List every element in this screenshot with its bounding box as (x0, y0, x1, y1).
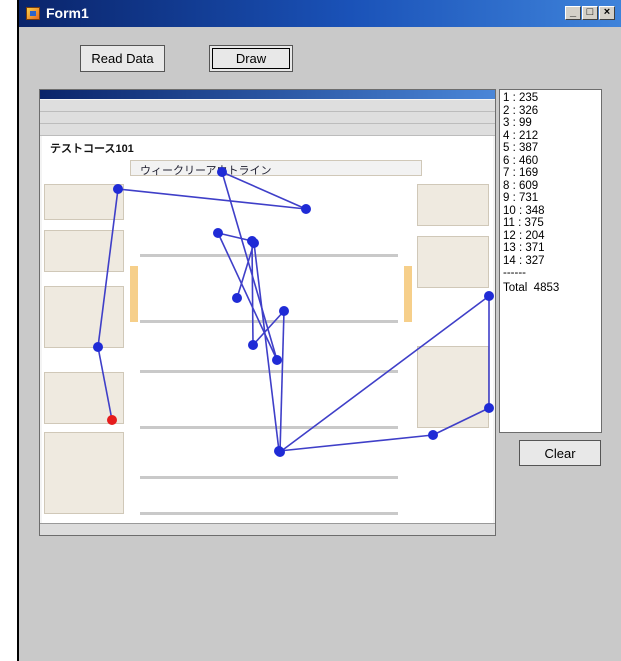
path-point (249, 238, 259, 248)
list-item[interactable]: 2 : 326 (503, 105, 598, 118)
picture-box[interactable]: テストコース101 ウィークリーアウトライン (39, 89, 496, 536)
list-item[interactable]: 8 : 609 (503, 180, 598, 193)
window-title: Form1 (46, 5, 89, 21)
path-segment (217, 232, 278, 361)
path-segment (117, 188, 307, 210)
path-point (274, 446, 284, 456)
list-item[interactable]: 14 : 327 (503, 255, 598, 268)
list-item[interactable]: 13 : 371 (503, 242, 598, 255)
path-segment (221, 171, 278, 361)
list-item[interactable]: 7 : 169 (503, 167, 598, 180)
draw-button[interactable]: Draw (209, 45, 293, 72)
lower-form-area (19, 536, 621, 661)
path-segment (278, 434, 434, 452)
path-point (272, 355, 282, 365)
path-point (484, 291, 494, 301)
path-point (428, 430, 438, 440)
list-separator: ------ (503, 267, 526, 279)
path-segment (251, 240, 254, 346)
list-item[interactable]: 11 : 375 (503, 217, 598, 230)
list-total: Total 4853 (503, 281, 560, 294)
path-segment (432, 407, 490, 436)
path-segment (97, 346, 113, 421)
path-segment (221, 171, 307, 210)
path-segment (97, 188, 119, 348)
path-point (113, 184, 123, 194)
list-item[interactable]: 1 : 235 (503, 92, 598, 105)
list-item[interactable]: 10 : 348 (503, 205, 598, 218)
close-button[interactable]: × (599, 6, 615, 20)
title-bar[interactable]: Form1 _ □ × (19, 0, 621, 27)
left-desktop-strip (0, 0, 17, 661)
minimize-button[interactable]: _ (565, 6, 581, 20)
path-segment (217, 232, 253, 242)
read-data-button[interactable]: Read Data (80, 45, 165, 72)
app-icon (26, 7, 40, 20)
list-item[interactable]: 3 : 99 (503, 117, 598, 130)
path-segment (253, 242, 280, 452)
list-item[interactable]: 4 : 212 (503, 130, 598, 143)
list-item[interactable]: 6 : 460 (503, 155, 598, 168)
path-point (248, 340, 258, 350)
start-point (107, 415, 117, 425)
form1-window: Form1 _ □ × Read Data Draw テストコース101 ウィー… (17, 0, 621, 661)
list-item[interactable]: 9 : 731 (503, 192, 598, 205)
path-point (93, 342, 103, 352)
clear-button[interactable]: Clear (519, 440, 601, 466)
results-listbox[interactable]: 1 : 235 2 : 326 3 : 99 4 : 212 5 : 387 6 : 46… (499, 89, 602, 433)
path-point (279, 306, 289, 316)
maximize-button[interactable]: □ (582, 6, 598, 20)
list-item[interactable]: 5 : 387 (503, 142, 598, 155)
path-point (232, 293, 242, 303)
list-item[interactable]: 12 : 204 (503, 230, 598, 243)
path-point (484, 403, 494, 413)
path-point (213, 228, 223, 238)
path-point (301, 204, 311, 214)
path-point (217, 167, 227, 177)
path-overlay (93, 167, 494, 457)
path-segment (279, 310, 285, 453)
path-segment (279, 295, 490, 453)
